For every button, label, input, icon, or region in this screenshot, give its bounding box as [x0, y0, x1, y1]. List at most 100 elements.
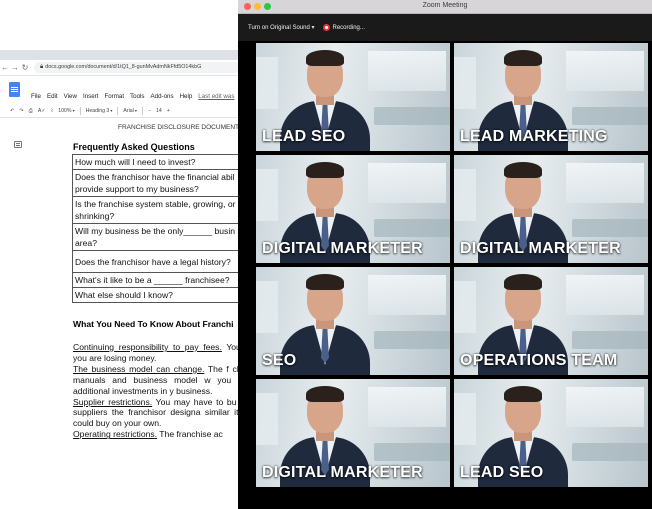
faq-row: What's it like to be a ______ franchisee… [72, 272, 240, 288]
paragraph-lead: The business model can change. [73, 363, 205, 374]
last-edit-link[interactable]: Last edit was [198, 93, 234, 100]
background-table [374, 219, 450, 237]
google-docs-window: ← → ↻ 🔒︎ docs.google.com/document/d/1tQ1_… [0, 50, 240, 454]
background-table [374, 331, 450, 349]
background-window [256, 281, 278, 333]
background-window [454, 393, 476, 445]
google-docs-logo-icon[interactable] [9, 82, 20, 97]
participant-name: DIGITAL MARKETER [460, 240, 621, 257]
menu-insert[interactable]: Insert [83, 93, 98, 100]
recording-label: Recording... [332, 25, 365, 32]
back-arrow-icon[interactable]: ← [0, 60, 10, 76]
zoom-top-bar: Turn on Original Sound ▾ Recording... [238, 14, 652, 41]
paragraph: Supplier restrictions. You may have to b… [73, 397, 240, 430]
participant-name: DIGITAL MARKETER [262, 464, 423, 481]
participant-name: SEO [262, 352, 297, 369]
chevron-down-icon: ▾ [311, 25, 315, 31]
record-icon [322, 23, 330, 31]
url-text: docs.google.com/document/d/1tQ1_8-gunMvA… [45, 64, 202, 70]
zoom-title-bar[interactable]: Zoom Meeting [238, 0, 652, 14]
background-table [572, 331, 648, 349]
faq-row: Will my business be the only______ busin… [72, 223, 240, 251]
participant-tile[interactable]: DIGITAL MARKETER [256, 379, 450, 487]
participant-name: LEAD MARKETING [460, 128, 608, 145]
zoom-select[interactable]: 100% [58, 108, 74, 114]
paint-format-icon[interactable]: ⌇ [51, 108, 54, 114]
background-table [374, 443, 450, 461]
participant-name: LEAD SEO [262, 128, 346, 145]
menu-tools[interactable]: Tools [130, 93, 144, 100]
toolbar-divider [141, 107, 143, 115]
background-window [256, 393, 278, 445]
faq-row: What else should I know? [72, 287, 240, 303]
font-size-field[interactable]: 14 [156, 108, 162, 114]
participant-tile[interactable]: LEAD SEO [256, 43, 450, 151]
faq-row: Does the franchisor have the financial a… [72, 169, 240, 197]
recording-indicator[interactable]: Recording... [322, 23, 365, 32]
background-window [256, 169, 278, 221]
paragraph: Continuing responsibility to pay fees. Y… [73, 342, 240, 364]
paragraph: Operating restrictions. The franchise ac [73, 429, 240, 440]
browser-address-bar: ← → ↻ 🔒︎ docs.google.com/document/d/1tQ1_… [0, 60, 240, 76]
paragraph-lead: Operating restrictions. [73, 429, 158, 440]
participant-tile[interactable]: LEAD SEO [454, 379, 648, 487]
document-outline-icon[interactable] [14, 141, 22, 148]
background-window [566, 387, 644, 427]
background-table [572, 219, 648, 237]
paragraph-lead: Supplier restrictions. [73, 396, 153, 407]
toolbar-divider [79, 107, 81, 115]
menu-file[interactable]: File [31, 93, 41, 100]
background-window [454, 169, 476, 221]
background-window [566, 51, 644, 91]
reload-icon[interactable]: ↻ [20, 60, 30, 76]
redo-icon[interactable]: ↷ [19, 108, 23, 114]
participant-tile[interactable]: OPERATIONS TEAM [454, 267, 648, 375]
original-sound-label: Turn on Original Sound [248, 25, 310, 31]
participant-name: OPERATIONS TEAM [460, 352, 618, 369]
background-window [256, 57, 278, 109]
background-table [572, 443, 648, 461]
background-window [368, 163, 446, 203]
participant-tile[interactable]: DIGITAL MARKETER [454, 155, 648, 263]
document-body: Continuing responsibility to pay fees. Y… [73, 342, 240, 440]
font-select[interactable]: Arial [123, 108, 137, 114]
menu-edit[interactable]: Edit [47, 93, 58, 100]
background-window [368, 51, 446, 91]
docs-toolbar: ↶ ↷ ⎙ A✓ ⌇ 100% Heading 3 Arial − 14 + [0, 105, 240, 118]
background-window [368, 387, 446, 427]
paragraph: The business model can change. The f cha… [73, 364, 240, 397]
background-window [454, 57, 476, 109]
faq-row: Is the franchise system stable, growing,… [72, 196, 240, 224]
spellcheck-icon[interactable]: A✓ [38, 108, 46, 114]
undo-icon[interactable]: ↶ [10, 108, 14, 114]
menu-format[interactable]: Format [104, 93, 124, 100]
paragraph-lead: Continuing responsibility to pay fees. [73, 342, 222, 352]
menu-addons[interactable]: Add-ons [151, 93, 174, 100]
participant-name: DIGITAL MARKETER [262, 240, 423, 257]
participant-tile[interactable]: SEO [256, 267, 450, 375]
browser-tab-strip [0, 50, 240, 60]
menu-view[interactable]: View [64, 93, 77, 100]
background-window [368, 275, 446, 315]
background-table [374, 107, 450, 125]
font-size-decrease-button[interactable]: − [148, 108, 151, 114]
faq-row: How much will I need to invest? [72, 154, 240, 170]
background-window [566, 275, 644, 315]
participant-tile[interactable]: LEAD MARKETING [454, 43, 648, 151]
faq-row: Does the franchisor have a legal history… [72, 250, 240, 273]
zoom-meeting-window: Zoom Meeting Turn on Original Sound ▾ Re… [238, 0, 652, 509]
toolbar-divider [117, 107, 119, 115]
print-icon[interactable]: ⎙ [29, 108, 33, 115]
original-sound-button[interactable]: Turn on Original Sound ▾ [248, 24, 315, 31]
url-field[interactable]: 🔒︎ docs.google.com/document/d/1tQ1_8-gunM… [34, 62, 240, 73]
forward-arrow-icon[interactable]: → [10, 60, 20, 76]
font-size-increase-button[interactable]: + [167, 108, 170, 114]
participant-tile[interactable]: DIGITAL MARKETER [256, 155, 450, 263]
section-heading: What You Need To Know About Franchi [73, 319, 234, 329]
style-select[interactable]: Heading 3 [86, 108, 113, 114]
paragraph-text: The franchise ac [157, 429, 223, 440]
menu-help[interactable]: Help [180, 93, 193, 100]
document-header: FRANCHISE DISCLOSURE DOCUMENT [118, 124, 239, 131]
lock-icon: 🔒︎ [40, 64, 44, 70]
background-window [566, 163, 644, 203]
